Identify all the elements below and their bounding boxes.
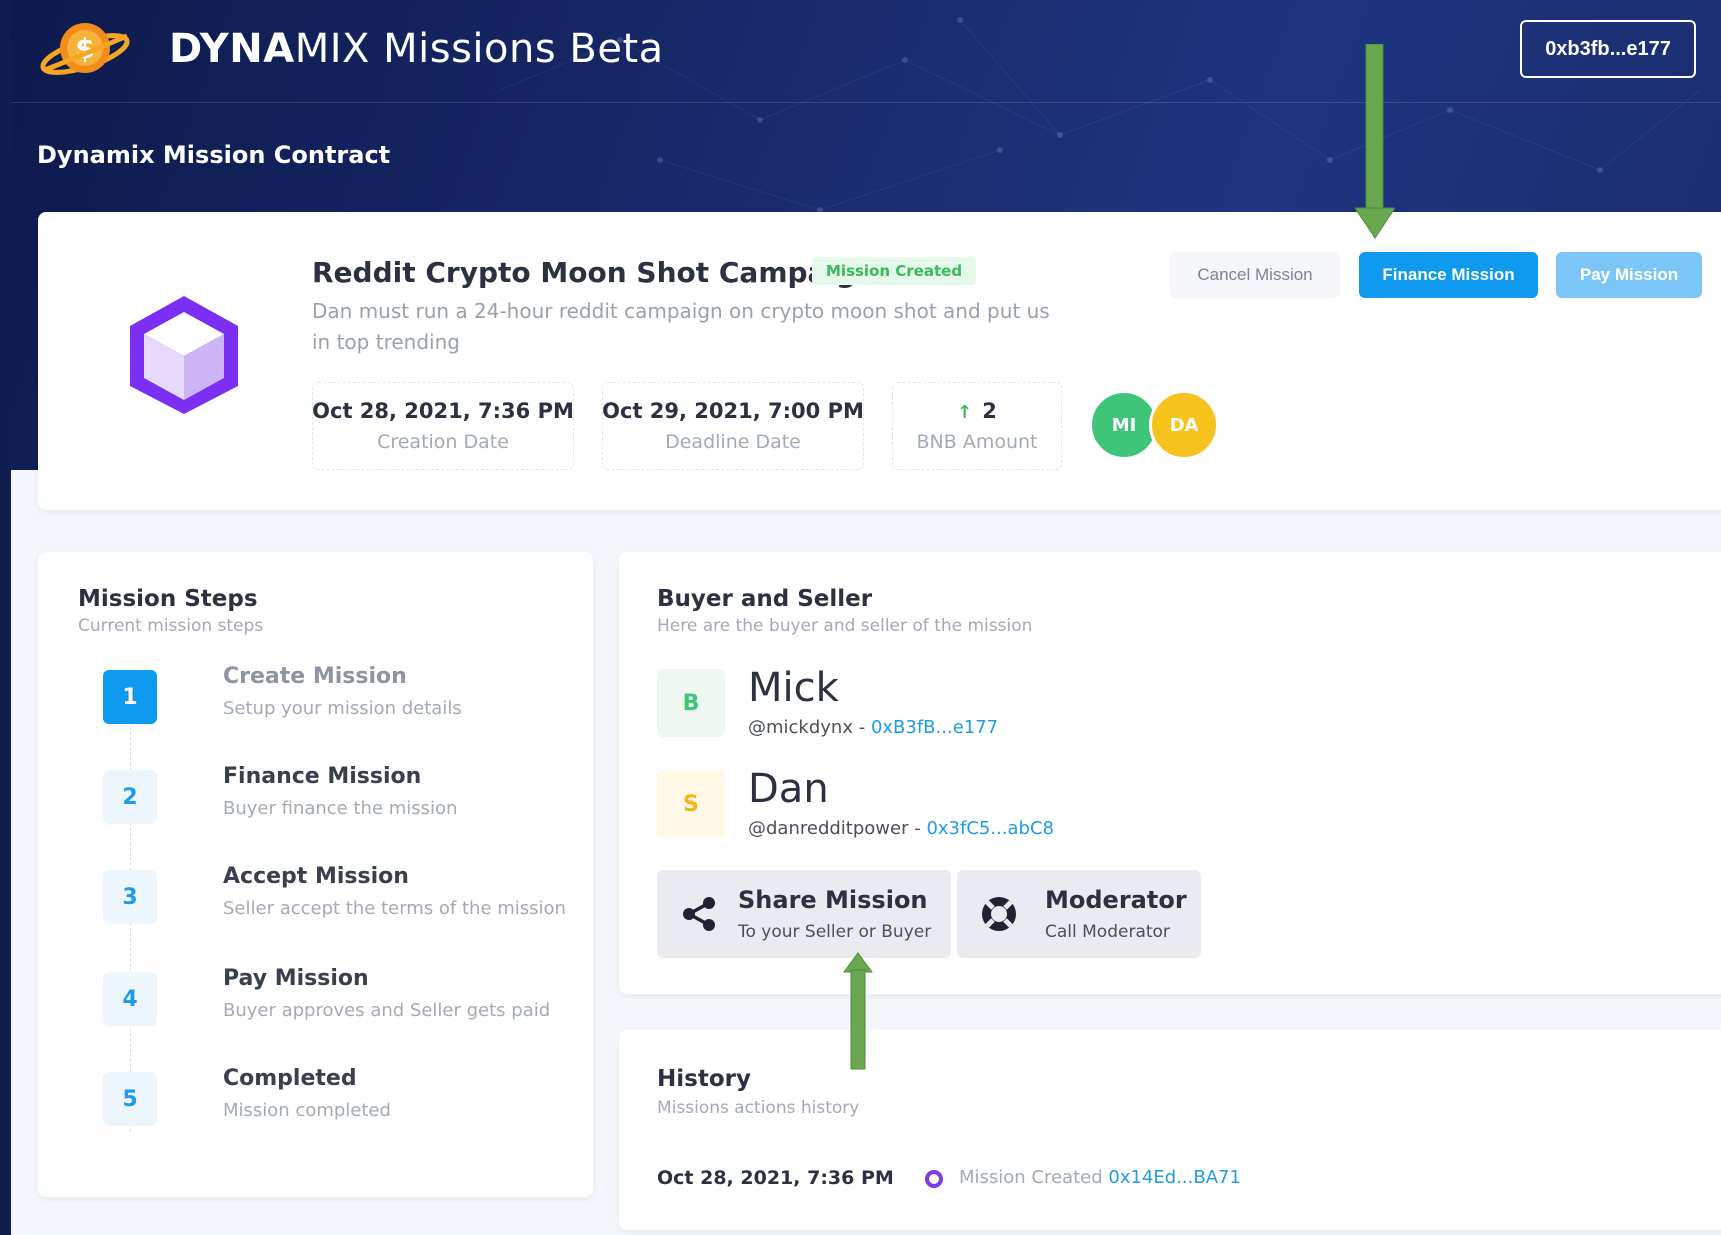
creation-date-stat: Oct 28, 2021, 7:36 PM Creation Date xyxy=(312,382,574,470)
mission-summary-card: Reddit Crypto Moon Shot Campaign Mission… xyxy=(38,212,1721,510)
history-address-link[interactable]: 0x14Ed...BA71 xyxy=(1108,1167,1241,1188)
deadline-date-value: Oct 29, 2021, 7:00 PM xyxy=(602,399,864,423)
cancel-mission-button[interactable]: Cancel Mission xyxy=(1170,252,1340,298)
step-number: 2 xyxy=(103,770,157,824)
history-entry-text: Mission Created 0x14Ed...BA71 xyxy=(959,1167,1241,1188)
buyer-name: Mick xyxy=(748,665,839,711)
bnb-amount-label: BNB Amount xyxy=(916,431,1038,453)
step-subtitle: Buyer finance the mission xyxy=(223,798,458,819)
moderator-title: Moderator xyxy=(1045,886,1187,914)
mission-description: Dan must run a 24-hour reddit campaign o… xyxy=(312,299,1050,354)
step-title: Create Mission xyxy=(223,664,407,689)
mission-cube-icon xyxy=(130,296,238,414)
buyer-handle: @mickdynx - xyxy=(748,717,871,738)
share-mission-title: Share Mission xyxy=(738,886,928,914)
step-subtitle: Mission completed xyxy=(223,1100,391,1121)
top-navbar: $ DYNAMIX Missions Beta 0xb3fb...e177 xyxy=(11,0,1721,103)
history-entry-label: Mission Created xyxy=(959,1167,1109,1188)
pay-mission-button[interactable]: Pay Mission xyxy=(1556,252,1702,298)
history-dot-icon xyxy=(925,1170,943,1188)
step-pay-mission: 4 Pay Mission Buyer approves and Seller … xyxy=(103,966,583,1034)
step-title: Completed xyxy=(223,1066,357,1091)
step-create-mission: 1 Create Mission Setup your mission deta… xyxy=(103,664,583,732)
mission-steps-subtitle: Current mission steps xyxy=(78,616,264,636)
brand-title-bold: DYNA xyxy=(169,26,295,72)
finance-mission-button[interactable]: Finance Mission xyxy=(1359,252,1538,298)
creation-date-value: Oct 28, 2021, 7:36 PM xyxy=(312,399,574,423)
step-number: 4 xyxy=(103,972,157,1026)
arrow-up-icon: ↑ xyxy=(957,402,973,423)
seller-name: Dan xyxy=(748,766,829,812)
buyer-handle-row: @mickdynx - 0xB3fB...e177 xyxy=(748,717,998,738)
buyer-row: B Mick @mickdynx - 0xB3fB...e177 xyxy=(657,665,1357,739)
brand-title: DYNAMIX Missions Beta xyxy=(169,26,664,72)
buyer-badge: B xyxy=(657,669,725,737)
share-icon xyxy=(683,897,715,931)
bnb-amount-value-row: ↑ 2 xyxy=(957,399,997,423)
buyer-seller-card: Buyer and Seller Here are the buyer and … xyxy=(619,552,1721,994)
avatar[interactable]: DA xyxy=(1149,390,1219,460)
step-title: Pay Mission xyxy=(223,966,369,991)
annotation-arrow-down-icon xyxy=(1355,44,1395,239)
deadline-date-label: Deadline Date xyxy=(665,431,801,453)
step-number: 3 xyxy=(103,870,157,924)
wallet-address-button[interactable]: 0xb3fb...e177 xyxy=(1520,20,1696,78)
step-subtitle: Setup your mission details xyxy=(223,698,462,719)
step-accept-mission: 3 Accept Mission Seller accept the terms… xyxy=(103,864,583,932)
step-number: 1 xyxy=(103,670,157,724)
bnb-amount-value: 2 xyxy=(982,399,997,423)
mission-steps-title: Mission Steps xyxy=(78,586,258,612)
moderator-subtitle: Call Moderator xyxy=(1045,922,1170,942)
step-finance-mission: 2 Finance Mission Buyer finance the miss… xyxy=(103,764,583,832)
share-mission-subtitle: To your Seller or Buyer xyxy=(738,922,932,942)
annotation-arrow-up-icon xyxy=(843,952,873,1070)
brand-title-regular: MIX Missions Beta xyxy=(294,26,664,72)
history-entry-date: Oct 28, 2021, 7:36 PM xyxy=(657,1167,894,1189)
seller-badge: S xyxy=(657,770,725,838)
page-title: Dynamix Mission Contract xyxy=(37,141,391,169)
step-completed: 5 Completed Mission completed xyxy=(103,1066,583,1134)
seller-row: S Dan @danredditpower - 0x3fC5...abC8 xyxy=(657,766,1357,840)
status-badge: Mission Created xyxy=(812,257,977,285)
seller-address-link[interactable]: 0x3fC5...abC8 xyxy=(926,818,1054,839)
history-title: History xyxy=(657,1066,751,1092)
creation-date-label: Creation Date xyxy=(377,431,509,453)
seller-handle: @danredditpower - xyxy=(748,818,927,839)
lifebuoy-icon xyxy=(982,897,1016,931)
deadline-date-stat: Oct 29, 2021, 7:00 PM Deadline Date xyxy=(602,382,864,470)
history-card: History Missions actions history Oct 28,… xyxy=(619,1030,1721,1230)
buyer-address-link[interactable]: 0xB3fB...e177 xyxy=(871,717,998,738)
moderator-button[interactable]: Moderator Call Moderator xyxy=(957,870,1201,958)
step-subtitle: Buyer approves and Seller gets paid xyxy=(223,1000,551,1021)
step-subtitle: Seller accept the terms of the mission xyxy=(223,898,566,919)
mission-title: Reddit Crypto Moon Shot Campaign xyxy=(312,256,877,289)
brand-logo-icon[interactable]: $ xyxy=(39,14,131,84)
share-mission-button[interactable]: Share Mission To your Seller or Buyer xyxy=(657,870,951,958)
window-edge xyxy=(0,0,11,1235)
step-title: Finance Mission xyxy=(223,764,422,789)
buyer-seller-title: Buyer and Seller xyxy=(657,586,873,612)
step-number: 5 xyxy=(103,1072,157,1126)
seller-handle-row: @danredditpower - 0x3fC5...abC8 xyxy=(748,818,1054,839)
bnb-amount-stat: ↑ 2 BNB Amount xyxy=(892,382,1062,470)
history-subtitle: Missions actions history xyxy=(657,1098,860,1118)
mission-steps-card: Mission Steps Current mission steps 1 Cr… xyxy=(38,552,593,1197)
buyer-seller-subtitle: Here are the buyer and seller of the mis… xyxy=(657,616,1033,636)
step-title: Accept Mission xyxy=(223,864,409,889)
